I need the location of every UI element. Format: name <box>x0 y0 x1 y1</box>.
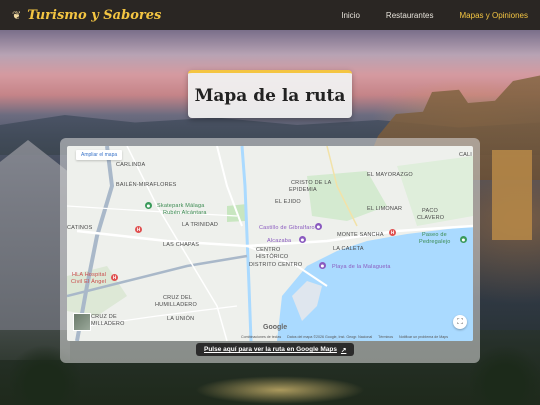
hospital-pin-icon[interactable]: H <box>135 226 142 233</box>
satellite-toggle[interactable] <box>73 313 91 331</box>
map-label: EL LIMONAR <box>367 206 403 212</box>
map-label: Rubén Alcántara <box>163 210 207 216</box>
road <box>67 205 238 217</box>
fullscreen-icon[interactable]: ⛶ <box>453 315 467 329</box>
cta-label: Pulse aquí para ver la ruta en Google Ma… <box>204 346 337 353</box>
nav-link-restaurantes[interactable]: Restaurantes <box>386 11 434 20</box>
hospital-pin-icon[interactable]: H <box>389 229 396 236</box>
map-label: Alcazaba <box>267 238 292 244</box>
map-label: LAS CHAPAS <box>163 242 200 248</box>
map-label: Playa de la Malagueta <box>332 264 391 270</box>
map-label: CRUZ DEL <box>163 295 193 301</box>
google-logo: Google <box>263 324 288 331</box>
map-label: EL MAYORAZGO <box>367 172 413 178</box>
nav-link-mapas[interactable]: Mapas y Opiniones <box>460 11 528 20</box>
keyboard-shortcuts-link[interactable]: Combinaciones de teclas <box>241 335 281 339</box>
map-label: CATINOS <box>67 225 93 231</box>
landmark-pin-icon[interactable]: ● <box>315 223 322 230</box>
map-label: CALI <box>459 152 473 158</box>
main-nav: Inicio Restaurantes Mapas y Opiniones <box>341 11 528 20</box>
map-label: CRISTO DE LA <box>291 180 332 186</box>
map-label: HLA Hospital <box>72 272 107 278</box>
map-attribution: Combinaciones de teclas Datos del mapa ©… <box>241 335 453 339</box>
external-link-icon: ↗ <box>340 346 347 354</box>
park-pin-icon[interactable]: ● <box>145 202 152 209</box>
tower-silhouette <box>492 150 532 240</box>
map-label: MONTE SANCHA <box>337 232 384 238</box>
map-label: LA CALETA <box>333 246 364 252</box>
map-label: DISTRITO CENTRO <box>249 262 303 268</box>
map-label: Paseo de <box>422 232 447 238</box>
park-area <box>307 171 387 221</box>
map-label: LA UNIÓN <box>167 316 195 322</box>
map-label: CLAVERO <box>417 215 445 221</box>
enlarge-map-link[interactable]: Ampliar el mapa <box>76 150 123 160</box>
map-label: PACO <box>422 208 438 214</box>
map-label: Civil El Ángel <box>71 279 107 285</box>
map-label: Castillo de Gibralfaro <box>259 225 315 231</box>
map-data-credit: Datos del mapa ©2026 Google, Inst. Geogr… <box>287 335 373 339</box>
page-title: Mapa de la ruta <box>194 85 346 106</box>
palm-tree <box>470 335 540 405</box>
embedded-map[interactable]: CARLINDA CALI BAILÉN-MIRAFLORES CRISTO D… <box>67 146 473 341</box>
map-label: LA TRINIDAD <box>182 222 219 228</box>
map-label: CENTRO <box>256 247 281 253</box>
map-label: HISTÓRICO <box>256 254 289 260</box>
city-lights <box>150 370 410 405</box>
map-label: BAILÉN-MIRAFLORES <box>116 182 177 188</box>
site-header: ❦ Turismo y Sabores Inicio Restaurantes … <box>0 0 540 30</box>
map-label: EPIDEMIA <box>289 187 317 193</box>
map-label: EL EJIDO <box>275 199 301 205</box>
report-problem-link[interactable]: Notificar un problema de Maps <box>399 335 448 339</box>
river <box>240 146 253 341</box>
map-label: CRUZ DE <box>91 314 117 320</box>
terms-link[interactable]: Términos <box>378 335 393 339</box>
map-label: MILLADERO <box>91 321 125 327</box>
nav-link-inicio[interactable]: Inicio <box>341 11 360 20</box>
map-label: Skatepark Málaga <box>157 203 205 209</box>
map-label: HUMILLADERO <box>155 302 197 308</box>
beach-pin-icon[interactable]: ● <box>319 262 326 269</box>
title-card: Mapa de la ruta <box>188 70 352 118</box>
open-google-maps-button[interactable]: Pulse aquí para ver la ruta en Google Ma… <box>196 343 355 356</box>
star-icon: ❦ <box>12 8 22 22</box>
brand-name: Turismo y Sabores <box>27 7 162 23</box>
map-label: CARLINDA <box>116 162 146 168</box>
map-panel: CARLINDA CALI BAILÉN-MIRAFLORES CRISTO D… <box>60 138 480 363</box>
hospital-pin-icon[interactable]: H <box>111 274 118 281</box>
landmark-pin-icon[interactable]: ● <box>299 236 306 243</box>
map-label: Pedregalejo <box>419 239 451 245</box>
brand-logo[interactable]: ❦ Turismo y Sabores <box>12 8 161 23</box>
park-pin-icon[interactable]: ● <box>460 236 467 243</box>
